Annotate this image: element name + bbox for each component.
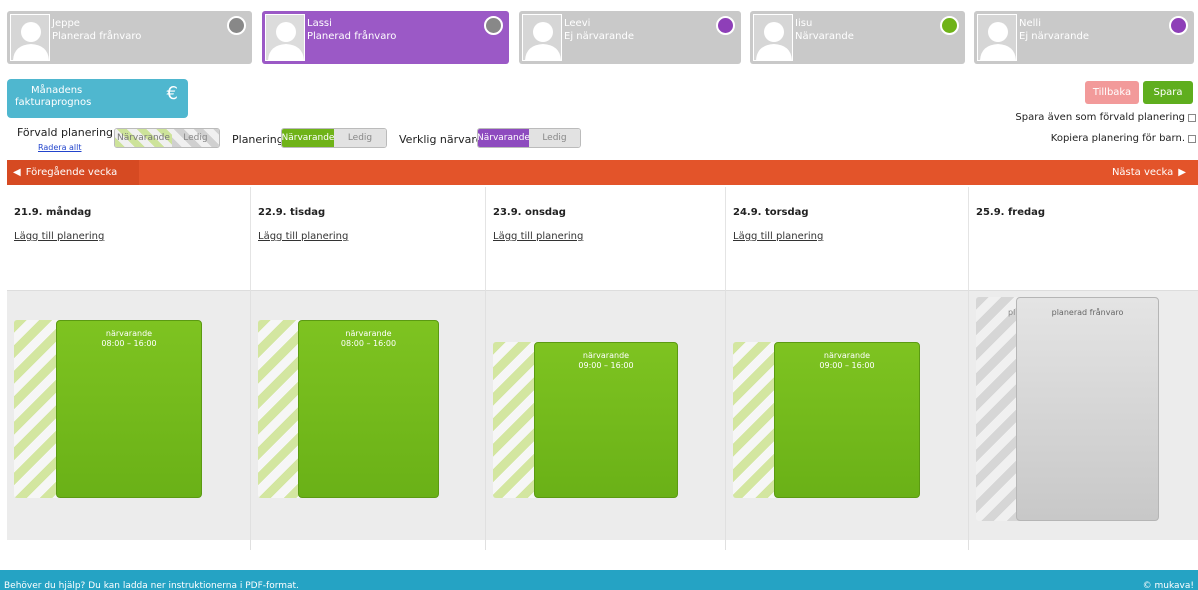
chevron-right-icon: ▶ — [1178, 167, 1186, 178]
absence-block[interactable]: planerad frånvaro — [1016, 297, 1159, 521]
child-card-leevi[interactable]: Leevi Ej närvarande — [519, 11, 741, 64]
child-card-lassi[interactable]: Lassi Planerad frånvaro — [262, 11, 509, 64]
stripe-label: pl — [1008, 308, 1016, 317]
week-navigation-bar: ◀ Föregående vecka Nästa vecka ▶ — [7, 160, 1198, 185]
child-name: Nelli — [1019, 18, 1041, 29]
day-title: 22.9. tisdag — [258, 207, 326, 218]
save-default-option[interactable]: Spara även som förvald planering — [1015, 112, 1196, 123]
child-status: Ej närvarande — [564, 31, 634, 42]
attendance-block[interactable]: närvarande 08:00 – 16:00 — [298, 320, 439, 498]
block-label: planerad frånvaro — [1051, 308, 1124, 317]
attendance-block[interactable]: närvarande 09:00 – 16:00 — [774, 342, 920, 498]
attendance-block[interactable]: närvarande 09:00 – 16:00 — [534, 342, 678, 498]
monthly-forecast-button[interactable]: Månadens fakturaprognos € — [7, 79, 188, 118]
child-status: Närvarande — [795, 31, 854, 42]
day-column-thursday: 24.9. torsdag Lägg till planering — [726, 187, 969, 290]
status-dot — [484, 16, 503, 35]
save-default-checkbox[interactable] — [1188, 113, 1196, 122]
default-off-seg: Ledig — [171, 129, 219, 147]
avatar — [265, 14, 305, 61]
child-card-nelli[interactable]: Nelli Ej närvarande — [974, 11, 1194, 64]
actual-present-seg: Närvarande — [478, 129, 530, 147]
block-label: närvarande — [105, 329, 153, 338]
day-title: 24.9. torsdag — [733, 207, 809, 218]
column-divider — [725, 290, 726, 550]
forecast-line2: fakturaprognos — [15, 97, 92, 108]
block-time: 08:00 – 16:00 — [340, 339, 397, 348]
previous-week-button[interactable]: ◀ Föregående vecka — [7, 160, 139, 185]
block-label: närvarande — [345, 329, 392, 338]
child-status: Ej närvarande — [1019, 31, 1089, 42]
footer: Behöver du hjälp? Du kan ladda ner instr… — [0, 570, 1198, 590]
copyright: © mukava! — [1142, 581, 1194, 590]
euro-icon: € — [166, 83, 178, 104]
forecast-line1: Månadens — [31, 85, 83, 96]
avatar — [753, 14, 793, 61]
actual-attendance-label: Verklig närvaro — [399, 133, 483, 146]
clear-all-link[interactable]: Radera allt — [38, 143, 82, 152]
day-column-wednesday: 23.9. onsdag Lägg till planering — [486, 187, 726, 290]
child-status: Planerad frånvaro — [307, 31, 397, 42]
add-planning-link[interactable]: Lägg till planering — [258, 231, 348, 242]
default-planning-toggle: Närvarande Ledig — [114, 128, 220, 148]
block-time: 08:00 – 16:00 — [101, 339, 157, 348]
status-dot — [940, 16, 959, 35]
attendance-block[interactable]: närvarande 08:00 – 16:00 — [56, 320, 202, 498]
planning-present-seg: Närvarande — [282, 129, 334, 147]
avatar — [977, 14, 1017, 61]
save-button[interactable]: Spara — [1143, 81, 1193, 104]
child-status: Planerad frånvaro — [52, 31, 142, 42]
default-present-seg: Närvarande — [115, 129, 172, 147]
day-title: 21.9. måndag — [14, 207, 92, 218]
planning-label: Planering — [232, 133, 284, 146]
planning-off-seg: Ledig — [334, 129, 386, 147]
page: Jeppe Planerad frånvaro Lassi Planerad f… — [0, 0, 1198, 590]
default-planning-label: Förvald planering — [17, 126, 114, 139]
block-time: 09:00 – 16:00 — [578, 361, 634, 370]
status-dot — [716, 16, 735, 35]
day-column-tuesday: 22.9. tisdag Lägg till planering — [251, 187, 486, 290]
copy-planning-option[interactable]: Kopiera planering för barn. — [1051, 133, 1196, 144]
column-divider — [485, 290, 486, 550]
copy-planning-checkbox[interactable] — [1188, 134, 1196, 143]
child-name: Iisu — [795, 18, 813, 29]
avatar — [522, 14, 562, 61]
child-name: Jeppe — [52, 18, 80, 29]
add-planning-link[interactable]: Lägg till planering — [733, 231, 823, 242]
column-divider — [250, 290, 251, 550]
add-planning-link[interactable]: Lägg till planering — [493, 231, 583, 242]
planning-toggle: Närvarande Ledig — [281, 128, 387, 148]
day-title: 23.9. onsdag — [493, 207, 566, 218]
day-column-friday: 25.9. fredag — [969, 187, 1198, 290]
next-week-label: Nästa vecka — [1111, 167, 1174, 178]
child-name: Leevi — [564, 18, 591, 29]
back-button[interactable]: Tillbaka — [1085, 81, 1139, 104]
actual-off-seg: Ledig — [529, 129, 580, 147]
status-dot — [1169, 16, 1188, 35]
block-label: närvarande — [582, 351, 630, 360]
child-name: Lassi — [307, 18, 332, 29]
copy-planning-label: Kopiera planering för barn. — [1050, 133, 1185, 144]
child-card-jeppe[interactable]: Jeppe Planerad frånvaro — [7, 11, 252, 64]
status-dot — [227, 16, 246, 35]
chevron-left-icon: ◀ — [13, 167, 21, 178]
avatar — [10, 14, 50, 61]
day-title: 25.9. fredag — [976, 207, 1046, 218]
actual-attendance-toggle: Närvarande Ledig — [477, 128, 581, 148]
add-planning-link[interactable]: Lägg till planering — [14, 231, 104, 242]
block-time: 09:00 – 16:00 — [819, 361, 875, 370]
next-week-button[interactable]: Nästa vecka ▶ — [1112, 160, 1198, 185]
help-link[interactable]: Behöver du hjälp? Du kan ladda ner instr… — [4, 581, 299, 590]
day-column-monday: 21.9. måndag Lägg till planering — [7, 187, 251, 290]
block-label: närvarande — [823, 351, 871, 360]
previous-week-label: Föregående vecka — [25, 167, 118, 178]
column-divider — [968, 290, 969, 550]
child-card-iisu[interactable]: Iisu Närvarande — [750, 11, 965, 64]
save-default-label: Spara även som förvald planering — [1015, 112, 1185, 123]
